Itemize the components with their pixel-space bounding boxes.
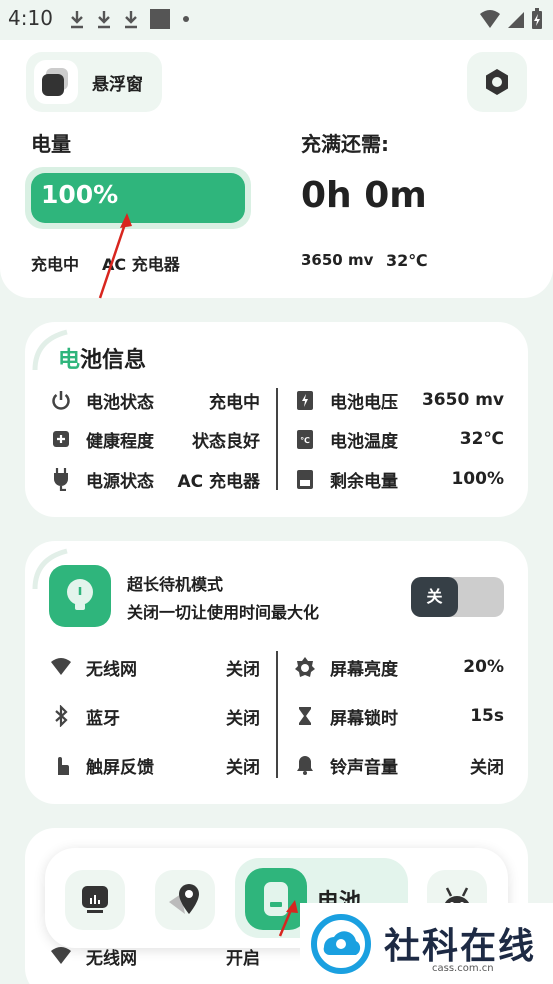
standby-row-ringtone: 铃声音量 关闭 (294, 753, 504, 778)
battery-icon (297, 470, 313, 489)
gear-icon (486, 69, 508, 95)
signal-icon (508, 12, 524, 28)
info-row-remaining: 剩余电量 100% (294, 467, 504, 492)
battery-summary-card: 悬浮窗 电量 充满还需: 100% 0h 0m 充电中 AC 充电器 3650 … (0, 40, 553, 298)
status-time: 4:10 (8, 6, 53, 30)
standby-row-screen-timeout: 屏幕锁时 15s (294, 704, 504, 729)
toggle-knob: 关 (411, 577, 458, 617)
info-row-voltage: 电池电压 3650 mv (294, 388, 504, 413)
floating-window-button[interactable]: 悬浮窗 (26, 52, 162, 112)
nav-monitor-button[interactable] (65, 870, 125, 930)
bell-icon (297, 756, 313, 775)
download-icon (125, 11, 137, 29)
brightness-icon (295, 657, 315, 677)
dot-icon (183, 16, 189, 22)
battery-charging-icon (532, 8, 542, 29)
standby-row-wifi: 无线网 关闭 (50, 655, 260, 680)
plug-icon (54, 468, 68, 491)
floating-window-icon (34, 60, 78, 104)
temperature-value: 32℃ (386, 251, 428, 270)
nav-battery-tile (245, 868, 307, 930)
standby-subtitle: 关闭一切让使用时间最大化 (127, 603, 320, 622)
power-icon (52, 391, 70, 410)
location-icon (169, 884, 199, 914)
status-bar: 4:10 (0, 0, 553, 40)
voltage-value: 3650 mv (301, 251, 374, 269)
watermark-subtext: cass.com.cn (432, 963, 494, 974)
full-charge-label: 充满还需: (301, 132, 389, 156)
watermark-text: 社科在线 (384, 926, 537, 967)
battery-info-title: 电池信息 (58, 348, 147, 373)
nav-location-button[interactable] (155, 870, 215, 930)
watermark-logo (311, 914, 371, 974)
battery-level-bar: 100% (25, 167, 251, 229)
square-icon (150, 9, 170, 29)
battery-info-card: 电池信息 电池状态 充电中 健康程度 状态良好 电源状态 AC 充电器 电池电压… (25, 322, 528, 517)
wifi-icon (51, 658, 71, 675)
standby-title: 超长待机模式 (127, 575, 224, 594)
info-row-power-source: 电源状态 AC 充电器 (50, 467, 260, 492)
standby-row-bluetooth: 蓝牙 关闭 (50, 704, 260, 729)
charger-type: AC 充电器 (102, 255, 180, 274)
battery-percent: 100% (41, 180, 119, 209)
health-icon (53, 431, 69, 447)
touch-icon (58, 757, 69, 775)
wifi-icon (51, 947, 71, 964)
wifi-icon (480, 10, 500, 28)
battery-icon (264, 882, 288, 916)
standby-mode-card: 超长待机模式 关闭一切让使用时间最大化 关 无线网 关闭 蓝牙 关闭 触屏反馈 … (25, 541, 528, 804)
bluetooth-icon (55, 705, 68, 727)
info-row-health: 健康程度 状态良好 (50, 427, 260, 452)
column-divider (276, 651, 278, 778)
svg-text:℃: ℃ (300, 436, 310, 445)
monitor-icon (82, 886, 108, 913)
settings-button[interactable] (467, 52, 527, 112)
lightbulb-icon (67, 579, 93, 610)
info-row-temperature: ℃ 电池温度 32℃ (294, 427, 504, 452)
info-row-battery-status: 电池状态 充电中 (50, 388, 260, 413)
standby-row-haptic: 触屏反馈 关闭 (50, 753, 260, 778)
download-icon (98, 11, 110, 29)
watermark: 社科在线 cass.com.cn (300, 903, 553, 984)
standby-icon-tile (49, 565, 111, 627)
temperature-icon: ℃ (297, 430, 313, 449)
standby-toggle[interactable]: 关 (411, 577, 504, 617)
charging-status: 充电中 (31, 255, 80, 274)
voltage-icon (297, 391, 313, 410)
battery-level-label: 电量 (31, 132, 71, 156)
hourglass-icon (299, 707, 311, 725)
full-charge-time: 0h 0m (301, 175, 427, 216)
floating-window-label: 悬浮窗 (92, 74, 143, 95)
standby-row-brightness: 屏幕亮度 20% (294, 655, 504, 680)
download-icon (71, 11, 83, 29)
column-divider (276, 388, 278, 490)
